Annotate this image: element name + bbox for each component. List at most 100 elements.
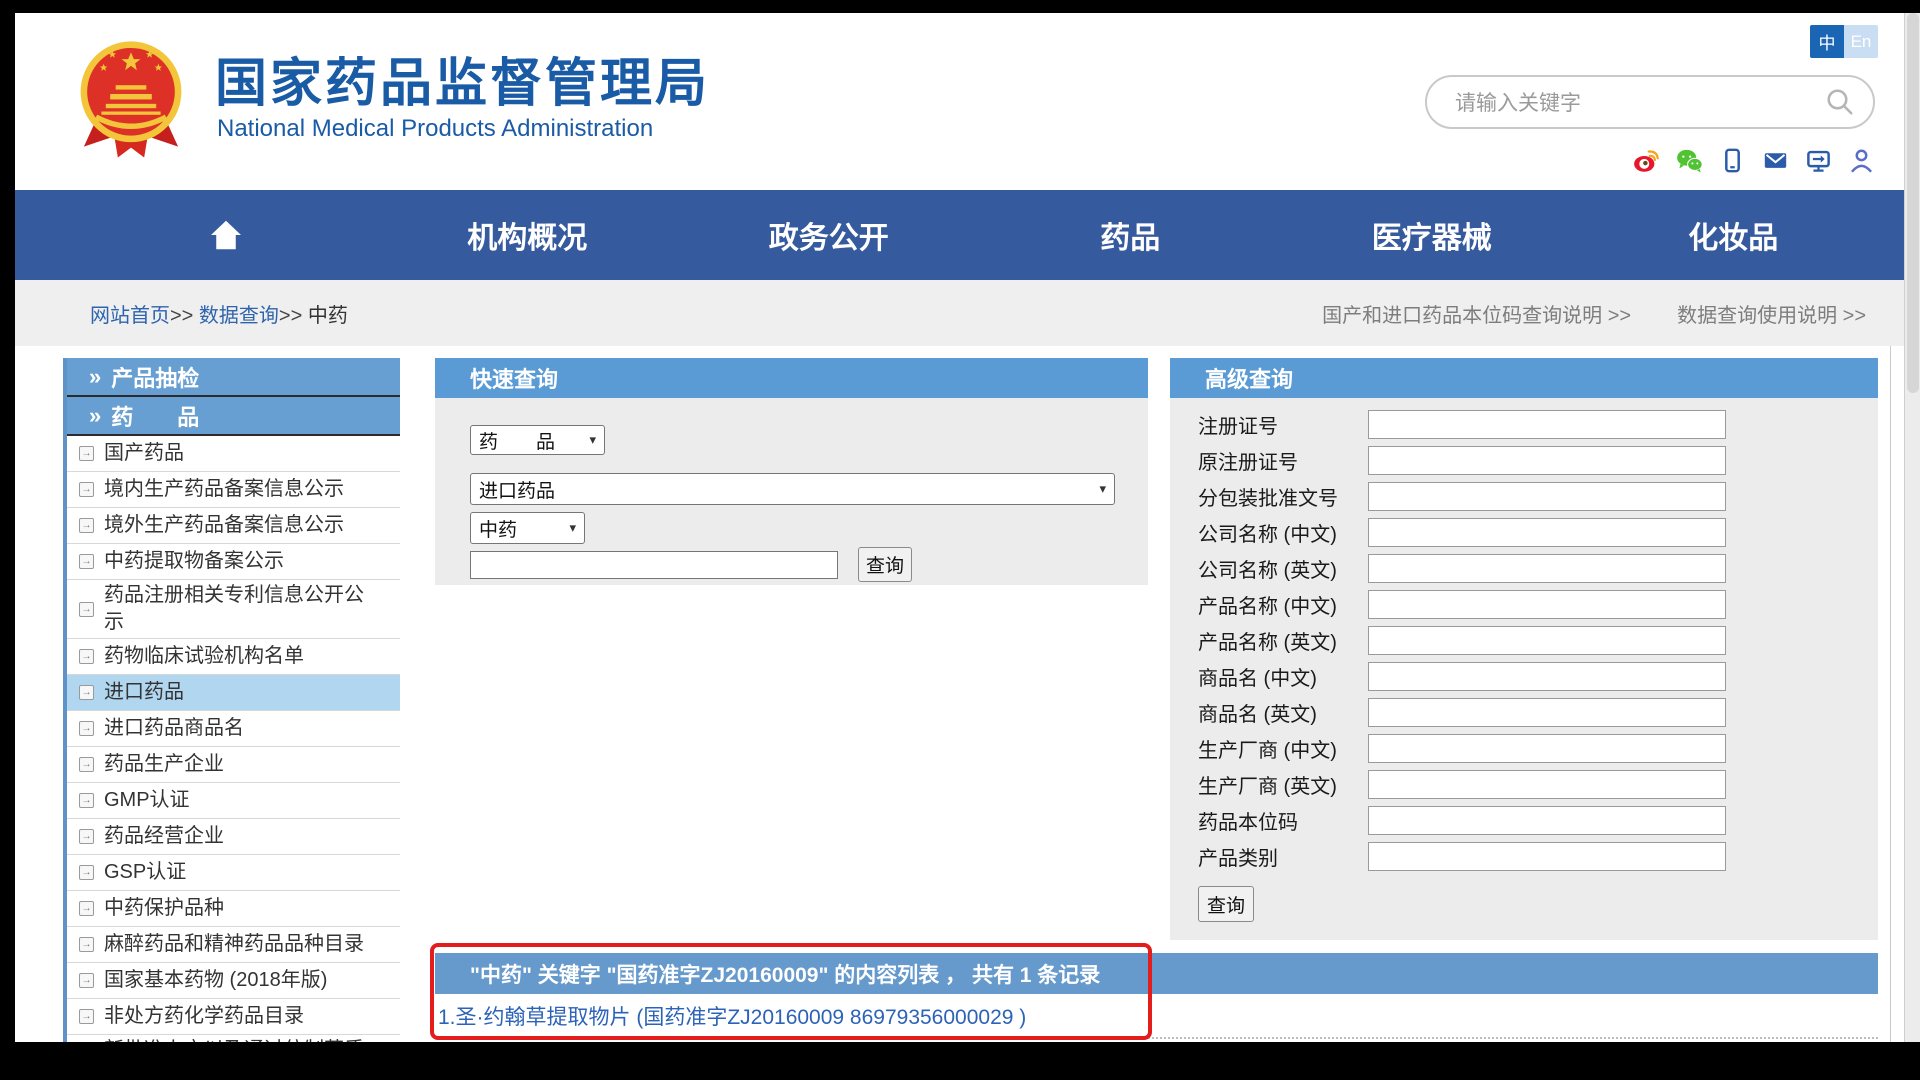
weibo-icon[interactable]: [1633, 147, 1660, 174]
field-input[interactable]: [1368, 626, 1726, 655]
advanced-search-button[interactable]: 查询: [1198, 886, 1254, 922]
nav-item[interactable]: 药品: [980, 213, 1282, 257]
scrollbar-thumb[interactable]: [1907, 13, 1919, 393]
wechat-icon[interactable]: [1676, 147, 1703, 174]
sidebar-item[interactable]: → 进口药品: [67, 675, 400, 711]
search-icon[interactable]: [1825, 87, 1855, 117]
field-input[interactable]: [1368, 482, 1726, 511]
monitor-icon[interactable]: [1805, 147, 1832, 174]
search-input[interactable]: 请输入关键字: [1455, 87, 1825, 117]
sidebar-item[interactable]: → 非处方药化学药品目录: [67, 999, 400, 1035]
field-label: 商品名 (英文): [1198, 698, 1368, 727]
field-label: 注册证号: [1198, 410, 1368, 439]
results-header-bar: "中药" 关键字 "国药准字ZJ20160009" 的内容列表 ， 共有 1 条…: [435, 953, 1878, 994]
keyword-input[interactable]: [470, 551, 838, 579]
results-summary: "中药" 关键字 "国药准字ZJ20160009" 的内容列表 ， 共有 1 条…: [470, 959, 1100, 989]
nav-item[interactable]: 化妆品: [1583, 213, 1885, 257]
lang-en-button[interactable]: En: [1844, 25, 1878, 58]
quick-query-body: 药 品 ▾ 进口药品 ▾ 中药 ▾ 查询: [435, 398, 1148, 585]
breadcrumb-home-link[interactable]: 网站首页: [90, 305, 170, 327]
scrollbar[interactable]: [1904, 13, 1920, 1042]
home-icon: [208, 217, 244, 253]
mobile-icon[interactable]: [1719, 147, 1746, 174]
chevron-down-icon: ▾: [589, 432, 596, 448]
sidebar-item-label: 国产药品: [104, 440, 184, 467]
expand-box-icon: →: [79, 973, 94, 988]
person-icon[interactable]: [1848, 147, 1875, 174]
breadcrumb-current: 中药: [308, 305, 348, 327]
nav-item[interactable]: 机构概况: [377, 213, 679, 257]
advanced-query-panel: 高级查询 注册证号 原注册证号 分包装批准文号: [1170, 358, 1878, 940]
left-black-bar: [0, 0, 15, 1080]
sidebar-item[interactable]: → GSP认证: [67, 855, 400, 891]
sidebar-item-label: 进口药品商品名: [104, 715, 244, 742]
type-select[interactable]: 进口药品 ▾: [470, 473, 1115, 505]
sidebar-header-label: 药 品: [111, 400, 199, 432]
sidebar-item[interactable]: → 中药保护品种: [67, 891, 400, 927]
sidebar-item[interactable]: → 药物临床试验机构名单: [67, 639, 400, 675]
field-label: 分包装批准文号: [1198, 482, 1368, 511]
category-select[interactable]: 药 品 ▾: [470, 425, 605, 455]
sidebar-item-label: 境内生产药品备案信息公示: [104, 476, 344, 503]
sidebar-header-drugs[interactable]: » 药 品: [67, 397, 400, 436]
sidebar-item-label: 药品注册相关专利信息公开公示: [104, 582, 376, 636]
lang-zh-button[interactable]: 中: [1810, 25, 1844, 58]
help-links: 国产和进口药品本位码查询说明 >> 数据查询使用说明 >>: [1322, 299, 1866, 328]
quick-search-button[interactable]: 查询: [858, 547, 912, 582]
breadcrumb-section-link[interactable]: 数据查询: [199, 305, 279, 327]
sidebar-item-label: 药品经营企业: [104, 823, 224, 850]
expand-box-icon: →: [79, 482, 94, 497]
sidebar-item[interactable]: → 进口药品商品名: [67, 711, 400, 747]
expand-box-icon: →: [79, 865, 94, 880]
mail-icon[interactable]: [1762, 147, 1789, 174]
sidebar-item[interactable]: → 药品生产企业: [67, 747, 400, 783]
nav-item[interactable]: 医疗器械: [1281, 213, 1583, 257]
subtype-select[interactable]: 中药 ▾: [470, 512, 585, 544]
field-input[interactable]: [1368, 662, 1726, 691]
expand-box-icon: →: [79, 901, 94, 916]
sidebar-item[interactable]: → 境外生产药品备案信息公示: [67, 508, 400, 544]
category-select-value: 药 品: [479, 427, 555, 454]
advanced-query-row: 原注册证号: [1198, 446, 1878, 475]
sidebar-header-product-sampling[interactable]: » 产品抽检: [67, 358, 400, 397]
results-list: 1.圣·约翰草提取物片 (国药准字ZJ20160009 869793560000…: [435, 994, 1878, 1037]
bottom-black-bar: [0, 1042, 1920, 1080]
field-input[interactable]: [1368, 446, 1726, 475]
field-input[interactable]: [1368, 590, 1726, 619]
sidebar-item[interactable]: → 国产药品: [67, 436, 400, 472]
advanced-query-fields: 注册证号 原注册证号 分包装批准文号 公司名称 (中文): [1198, 410, 1878, 871]
field-input[interactable]: [1368, 518, 1726, 547]
sidebar-item[interactable]: → 药品注册相关专利信息公开公示: [67, 580, 400, 639]
help-link[interactable]: 国产和进口药品本位码查询说明 >>: [1322, 299, 1631, 328]
expand-box-icon: →: [79, 829, 94, 844]
sidebar-item[interactable]: → 药品经营企业: [67, 819, 400, 855]
field-input[interactable]: [1368, 770, 1726, 799]
field-input[interactable]: [1368, 806, 1726, 835]
field-input[interactable]: [1368, 554, 1726, 583]
nav-item[interactable]: 政务公开: [678, 213, 980, 257]
field-input[interactable]: [1368, 698, 1726, 727]
field-input[interactable]: [1368, 734, 1726, 763]
field-label: 生产厂商 (英文): [1198, 770, 1368, 799]
help-link[interactable]: 数据查询使用说明 >>: [1677, 299, 1866, 328]
advanced-query-title: 高级查询: [1205, 362, 1293, 394]
sidebar-item[interactable]: → 境内生产药品备案信息公示: [67, 472, 400, 508]
field-label: 药品本位码: [1198, 806, 1368, 835]
nav-home-button[interactable]: [75, 217, 377, 253]
field-label: 商品名 (中文): [1198, 662, 1368, 691]
result-link[interactable]: 1.圣·约翰草提取物片 (国药准字ZJ20160009 869793560000…: [438, 1001, 1026, 1031]
expand-box-icon: →: [79, 602, 94, 617]
field-label: 原注册证号: [1198, 446, 1368, 475]
field-label: 公司名称 (英文): [1198, 554, 1368, 583]
sidebar-item[interactable]: → 国家基本药物 (2018年版): [67, 963, 400, 999]
advanced-query-row: 生产厂商 (英文): [1198, 770, 1878, 799]
sidebar-item[interactable]: → 麻醉药品和精神药品品种目录: [67, 927, 400, 963]
results-divider: [435, 1037, 1878, 1039]
advanced-query-body: 注册证号 原注册证号 分包装批准文号 公司名称 (中文): [1170, 398, 1878, 940]
site-header: 国家药品监督管理局 National Medical Products Admi…: [15, 13, 1904, 190]
field-input[interactable]: [1368, 842, 1726, 871]
site-search-box[interactable]: 请输入关键字: [1425, 75, 1875, 129]
sidebar-item[interactable]: → GMP认证: [67, 783, 400, 819]
sidebar-item[interactable]: → 中药提取物备案公示: [67, 544, 400, 580]
field-input[interactable]: [1368, 410, 1726, 439]
